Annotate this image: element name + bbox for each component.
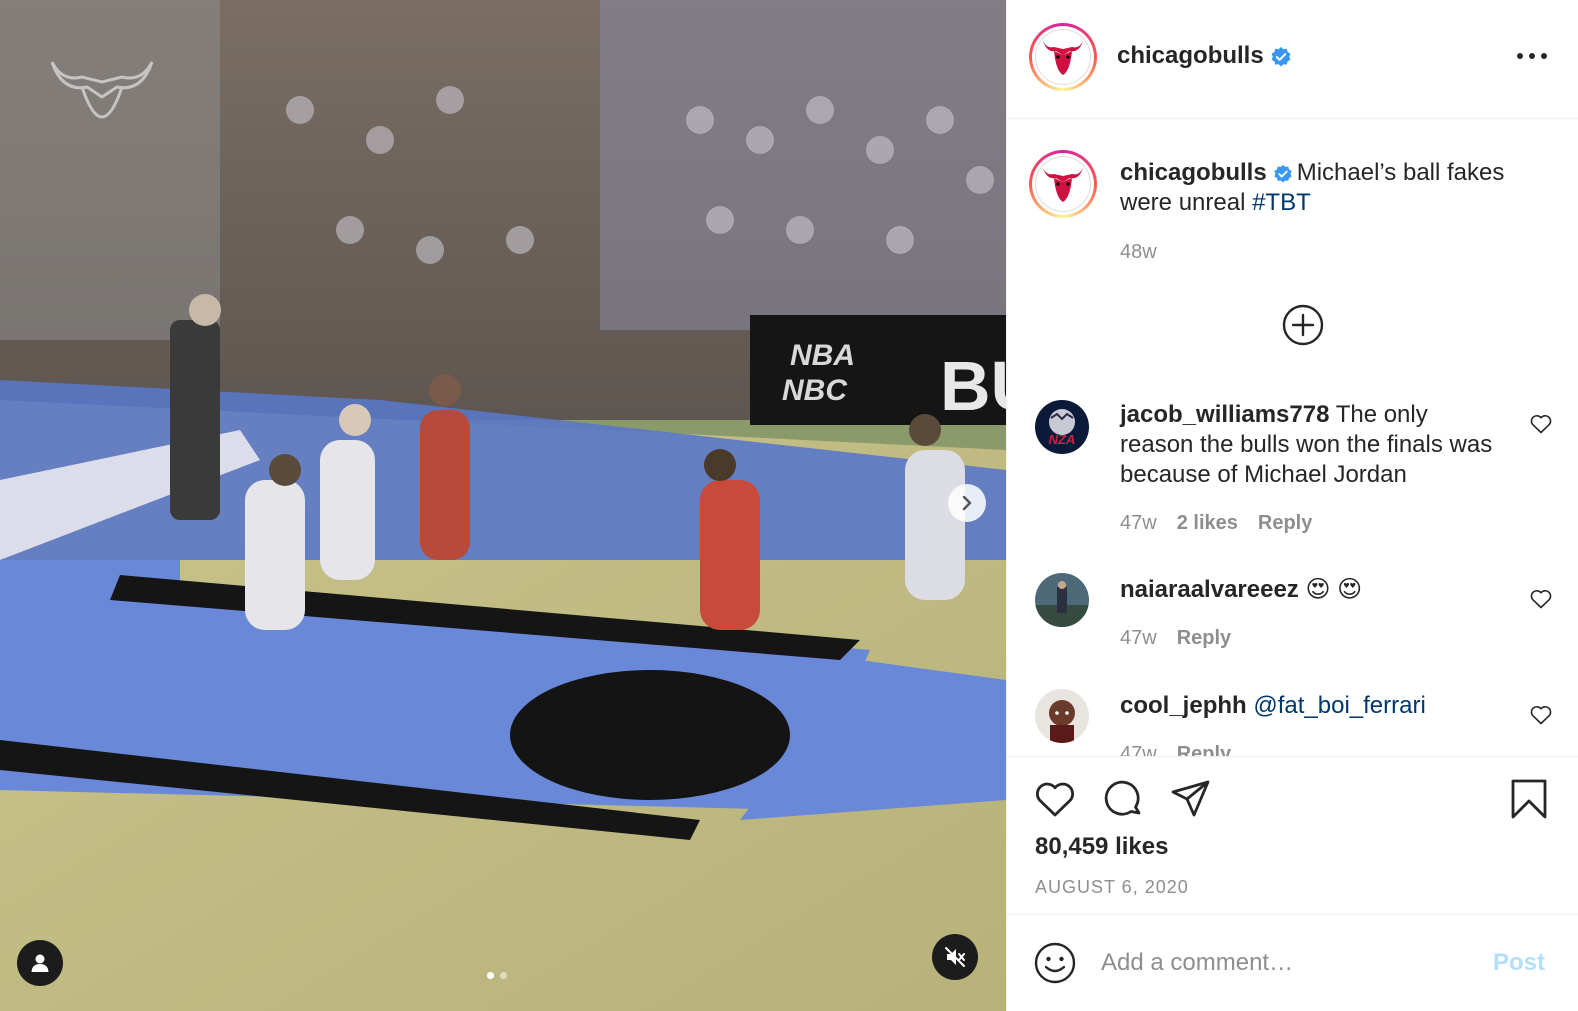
commenter-avatar[interactable]: NZA [1035, 400, 1089, 454]
heart-icon [1036, 782, 1074, 817]
plus-circle-icon[interactable] [1282, 304, 1324, 346]
avatar-image [1035, 573, 1089, 627]
post-header: chicagobulls [1007, 0, 1578, 119]
share-icon [1171, 780, 1210, 817]
comment-timestamp: 47w [1120, 627, 1157, 649]
save-button[interactable] [1507, 777, 1551, 821]
heart-icon[interactable] [1529, 587, 1553, 611]
post-sidebar: chicagobulls chicagobulls Michael’s ball… [1006, 0, 1578, 1011]
bulls-logo-icon [1043, 41, 1083, 75]
author-username[interactable]: chicagobulls [1117, 42, 1292, 70]
commenter-avatar[interactable] [1035, 689, 1089, 743]
add-comment-bar: Post [1007, 914, 1578, 1011]
reply-button[interactable]: Reply [1258, 512, 1312, 535]
comment-text: jacob_williams778 The only reason the bu… [1120, 400, 1500, 490]
banner-text-1: NBA [790, 339, 855, 372]
post-date: AUGUST 6, 2020 [1035, 877, 1189, 897]
post-comment-button[interactable]: Post [1493, 949, 1545, 977]
bookmark-icon [1511, 779, 1547, 819]
caption-username[interactable]: chicagobulls [1120, 159, 1267, 186]
heart-icon[interactable] [1529, 412, 1553, 436]
comment-input[interactable] [1101, 945, 1481, 981]
bulls-logo-icon [1043, 168, 1083, 202]
carousel-indicator [487, 972, 507, 979]
tagged-users-button[interactable] [17, 940, 63, 986]
next-media-button[interactable] [948, 484, 986, 522]
comment-meta: 47w Reply [1120, 627, 1231, 650]
carousel-dot [487, 972, 494, 979]
commenter-avatar[interactable] [1035, 573, 1089, 627]
comment-text: cool_jephh @fat_boi_ferrari [1120, 691, 1500, 721]
share-button[interactable] [1169, 777, 1213, 821]
comment-mention[interactable]: @fat_boi_ferrari [1253, 692, 1425, 719]
caption-timestamp: 48w [1120, 241, 1157, 263]
comment-body: 😍 😍 [1305, 576, 1363, 603]
avatar-text: NZA [1049, 432, 1076, 447]
comment-button[interactable] [1101, 777, 1145, 821]
carousel-dot [500, 972, 507, 979]
mute-button[interactable] [932, 934, 978, 980]
comment-meta: 47w 2 likes Reply [1120, 512, 1312, 535]
banner-text-3: BU [940, 347, 1006, 425]
more-icon-dot [1529, 53, 1535, 59]
video-frame: NBA NBC BU [0, 0, 1006, 1011]
verified-icon [1274, 164, 1292, 183]
caption-text: chicagobulls Michael’s ball fakes were u… [1120, 158, 1540, 218]
mute-icon [945, 947, 965, 967]
more-icon [1517, 53, 1523, 59]
comment-timestamp: 47w [1120, 512, 1157, 534]
post-media[interactable]: NBA NBC BU [0, 0, 1006, 1011]
banner-text-2: NBC [782, 374, 848, 407]
verified-icon [1271, 46, 1291, 67]
emoji-icon[interactable] [1033, 941, 1077, 985]
comment-username[interactable]: cool_jephh [1120, 692, 1247, 719]
caption-avatar[interactable] [1029, 150, 1097, 218]
post-actions: 80,459 likes AUGUST 6, 2020 [1007, 756, 1578, 914]
reply-button[interactable]: Reply [1177, 743, 1231, 756]
avatar-image [1035, 689, 1089, 743]
comment-meta: 47w Reply [1120, 743, 1231, 756]
author-avatar[interactable] [1029, 23, 1097, 91]
comments-list[interactable]: chicagobulls Michael’s ball fakes were u… [1007, 120, 1578, 756]
more-options-button[interactable] [1517, 46, 1547, 66]
chevron-right-icon [962, 495, 972, 511]
bulls-watermark-icon [50, 61, 154, 119]
comment-timestamp: 47w [1120, 743, 1157, 756]
author-username-text[interactable]: chicagobulls [1117, 42, 1264, 69]
like-count[interactable]: 80,459 likes [1035, 833, 1168, 861]
like-button[interactable] [1033, 777, 1077, 821]
comment-icon [1104, 780, 1141, 816]
reply-button[interactable]: Reply [1177, 627, 1231, 650]
avatar-image: NZA [1035, 400, 1089, 454]
comment-username[interactable]: naiaraalvareeez [1120, 576, 1299, 603]
more-icon-dot [1541, 53, 1547, 59]
comment-text: naiaraalvareeez 😍 😍 [1120, 575, 1500, 605]
comment-username[interactable]: jacob_williams778 [1120, 401, 1329, 428]
user-tag-icon [31, 954, 49, 972]
caption-hashtag[interactable]: #TBT [1252, 189, 1311, 216]
comment-likes[interactable]: 2 likes [1177, 512, 1238, 535]
heart-icon[interactable] [1529, 703, 1553, 727]
